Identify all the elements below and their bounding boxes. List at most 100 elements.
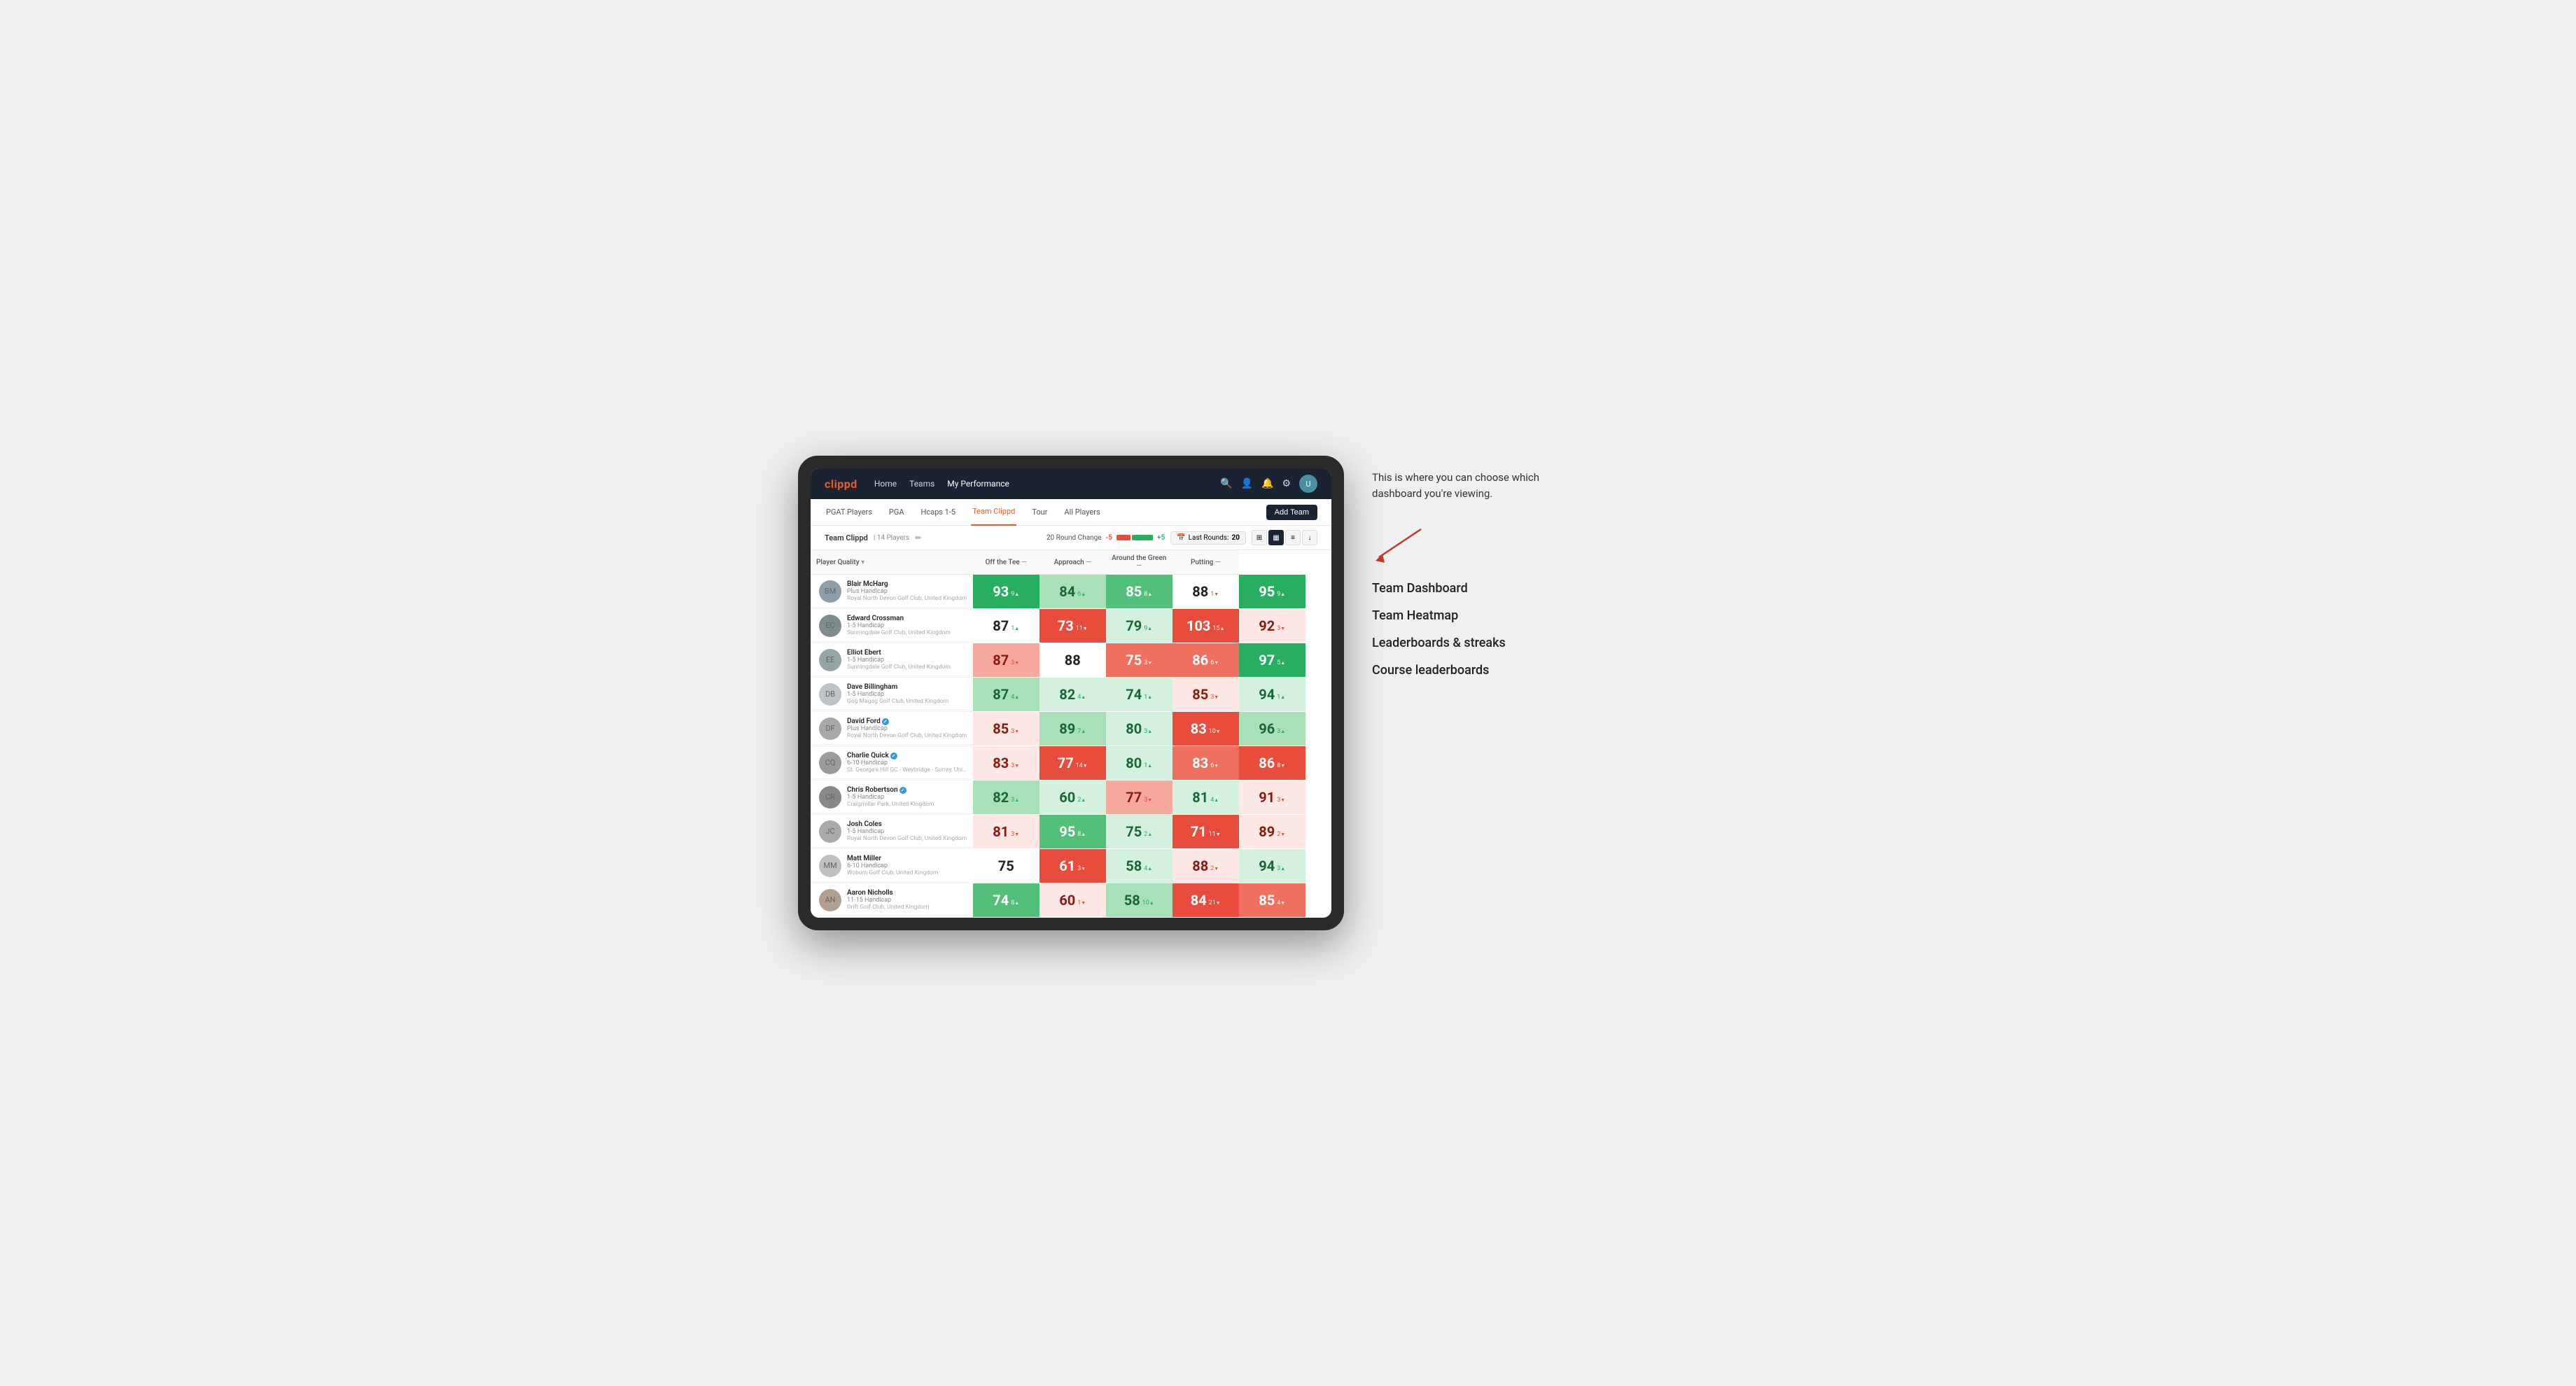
bell-icon[interactable]: 🔔 bbox=[1261, 478, 1273, 489]
score-cell-approach: 58 4 bbox=[1106, 849, 1172, 883]
change-arrow bbox=[1280, 899, 1285, 906]
player-cell-2[interactable]: EE Elliot Ebert 1-5 Handicap Sunningdale… bbox=[811, 643, 973, 678]
score-value: 85 8 bbox=[1106, 575, 1172, 608]
col-header-off-tee[interactable]: Off the Tee — bbox=[973, 550, 1040, 575]
score-number: 77 bbox=[1058, 755, 1074, 771]
player-club: St. George's Hill GC - Weybridge - Surre… bbox=[847, 766, 967, 774]
score-value: 97 5 bbox=[1239, 643, 1306, 677]
col-header-player[interactable]: Player Quality ▾ bbox=[811, 550, 973, 575]
player-club: Drift Golf Club, United Kingdom bbox=[847, 904, 967, 911]
subnav-pga[interactable]: PGA bbox=[888, 499, 906, 526]
col-header-putting[interactable]: Putting — bbox=[1172, 550, 1239, 575]
subnav-tour[interactable]: Tour bbox=[1030, 499, 1049, 526]
score-cell-player_quality: 85 3 bbox=[973, 712, 1040, 746]
change-arrow bbox=[1147, 591, 1152, 598]
score-change: 1 bbox=[1077, 899, 1086, 906]
player-cell-7[interactable]: JC Josh Coles 1-5 Handicap Royal North D… bbox=[811, 815, 973, 849]
score-cell-player_quality: 87 1 bbox=[973, 609, 1040, 643]
round-change-label: 20 Round Change bbox=[1046, 534, 1102, 542]
change-negative: -5 bbox=[1106, 534, 1112, 542]
grid-view-btn[interactable]: ⊞ bbox=[1252, 530, 1267, 545]
score-change: 3 bbox=[1210, 694, 1219, 701]
score-number: 88 bbox=[1192, 583, 1208, 600]
player-cell-4[interactable]: DF David Ford✓ Plus Handicap Royal North… bbox=[811, 712, 973, 746]
score-number: 87 bbox=[993, 686, 1009, 703]
player-info: Charlie Quick✓ 6-10 Handicap St. George'… bbox=[847, 752, 967, 774]
search-icon[interactable]: 🔍 bbox=[1220, 478, 1232, 489]
verified-icon: ✓ bbox=[882, 718, 889, 725]
player-handicap: 6-10 Handicap bbox=[847, 760, 967, 766]
score-value: 75 2 bbox=[1106, 815, 1172, 848]
player-cell-9[interactable]: AN Aaron Nicholls 11-15 Handicap Drift G… bbox=[811, 883, 973, 918]
score-value: 60 2 bbox=[1040, 780, 1106, 814]
score-cell-approach: 79 9 bbox=[1106, 609, 1172, 643]
dashboard-options: Team Dashboard Team Heatmap Leaderboards… bbox=[1372, 581, 1778, 678]
score-cell-approach: 74 1 bbox=[1106, 678, 1172, 712]
score-value: 95 9 bbox=[1239, 575, 1306, 608]
score-number: 86 bbox=[1259, 755, 1275, 771]
player-cell-8[interactable]: MM Matt Miller 6-10 Handicap Woburn Golf… bbox=[811, 849, 973, 883]
score-value: 85 4 bbox=[1239, 883, 1306, 917]
score-number: 58 bbox=[1126, 858, 1142, 874]
score-change: 9 bbox=[1144, 625, 1152, 632]
score-cell-off_tee: 95 8 bbox=[1040, 815, 1106, 849]
change-arrow bbox=[1147, 659, 1152, 666]
score-value: 84 21 bbox=[1172, 883, 1239, 917]
score-number: 93 bbox=[993, 583, 1009, 600]
player-cell-0[interactable]: BM Blair McHarg Plus Handicap Royal Nort… bbox=[811, 575, 973, 609]
score-number: 83 bbox=[1192, 755, 1208, 771]
player-cell-3[interactable]: DB Dave Billingham 1-5 Handicap Gog Mago… bbox=[811, 678, 973, 712]
subnav-team-clippd[interactable]: Team Clippd bbox=[971, 499, 1016, 526]
player-cell-1[interactable]: EC Edward Crossman 1-5 Handicap Sunningd… bbox=[811, 609, 973, 643]
score-number: 74 bbox=[993, 892, 1009, 909]
change-arrow bbox=[1014, 899, 1019, 906]
score-value: 75 3 bbox=[1106, 643, 1172, 677]
score-change: 1 bbox=[1277, 694, 1285, 701]
heatmap-view-btn[interactable]: ▦ bbox=[1268, 530, 1284, 545]
score-cell-approach: 75 2 bbox=[1106, 815, 1172, 849]
score-number: 84 bbox=[1059, 583, 1075, 600]
change-arrow bbox=[1280, 694, 1285, 701]
annotation-arrow bbox=[1372, 522, 1428, 564]
change-arrow bbox=[1147, 865, 1152, 872]
player-avatar: MM bbox=[819, 855, 841, 877]
list-view-btn[interactable]: ≡ bbox=[1285, 530, 1301, 545]
score-cell-approach: 80 1 bbox=[1106, 746, 1172, 780]
nav-home[interactable]: Home bbox=[874, 476, 897, 491]
edit-icon[interactable]: ✏ bbox=[915, 533, 921, 542]
score-change: 3 bbox=[1277, 865, 1285, 872]
player-handicap: 1-5 Handicap bbox=[847, 622, 967, 629]
player-handicap: 1-5 Handicap bbox=[847, 794, 967, 801]
player-cell-5[interactable]: CQ Charlie Quick✓ 6-10 Handicap St. Geor… bbox=[811, 746, 973, 780]
subnav-all-players[interactable]: All Players bbox=[1063, 499, 1101, 526]
user-icon[interactable]: 👤 bbox=[1241, 478, 1253, 489]
score-value: 94 1 bbox=[1239, 678, 1306, 711]
settings-icon[interactable]: ⚙ bbox=[1282, 478, 1291, 489]
subnav-pgat[interactable]: PGAT Players bbox=[825, 499, 874, 526]
col-header-approach[interactable]: Approach — bbox=[1040, 550, 1106, 575]
avatar[interactable]: U bbox=[1299, 475, 1317, 493]
col-header-around-green[interactable]: Around the Green — bbox=[1106, 550, 1172, 575]
score-cell-putting: 91 3 bbox=[1239, 780, 1331, 815]
nav-teams[interactable]: Teams bbox=[909, 476, 934, 491]
score-number: 95 bbox=[1059, 823, 1075, 840]
score-value: 82 3 bbox=[973, 780, 1040, 814]
score-cell-putting: 95 9 bbox=[1239, 575, 1331, 609]
add-team-button[interactable]: Add Team bbox=[1266, 505, 1317, 520]
score-change: 2 bbox=[1077, 797, 1086, 804]
change-arrow bbox=[1081, 831, 1086, 838]
score-change: 6 bbox=[1077, 591, 1086, 598]
last-rounds-button[interactable]: 📅 Last Rounds: 20 bbox=[1170, 531, 1246, 545]
change-arrow bbox=[1214, 797, 1219, 804]
score-change: 8 bbox=[1077, 831, 1086, 838]
nav-my-performance[interactable]: My Performance bbox=[947, 476, 1009, 491]
change-arrow bbox=[1216, 831, 1221, 838]
download-btn[interactable]: ↓ bbox=[1302, 530, 1317, 545]
player-cell-6[interactable]: CR Chris Robertson✓ 1-5 Handicap Craigmi… bbox=[811, 780, 973, 815]
sub-nav: PGAT Players PGA Hcaps 1-5 Team Clippd T… bbox=[811, 499, 1331, 526]
score-cell-around_green: 84 21 bbox=[1172, 883, 1239, 918]
subnav-hcaps[interactable]: Hcaps 1-5 bbox=[920, 499, 958, 526]
score-cell-player_quality: 81 3 bbox=[973, 815, 1040, 849]
player-name: Charlie Quick✓ bbox=[847, 752, 967, 760]
player-club: Royal North Devon Golf Club, United King… bbox=[847, 835, 967, 842]
